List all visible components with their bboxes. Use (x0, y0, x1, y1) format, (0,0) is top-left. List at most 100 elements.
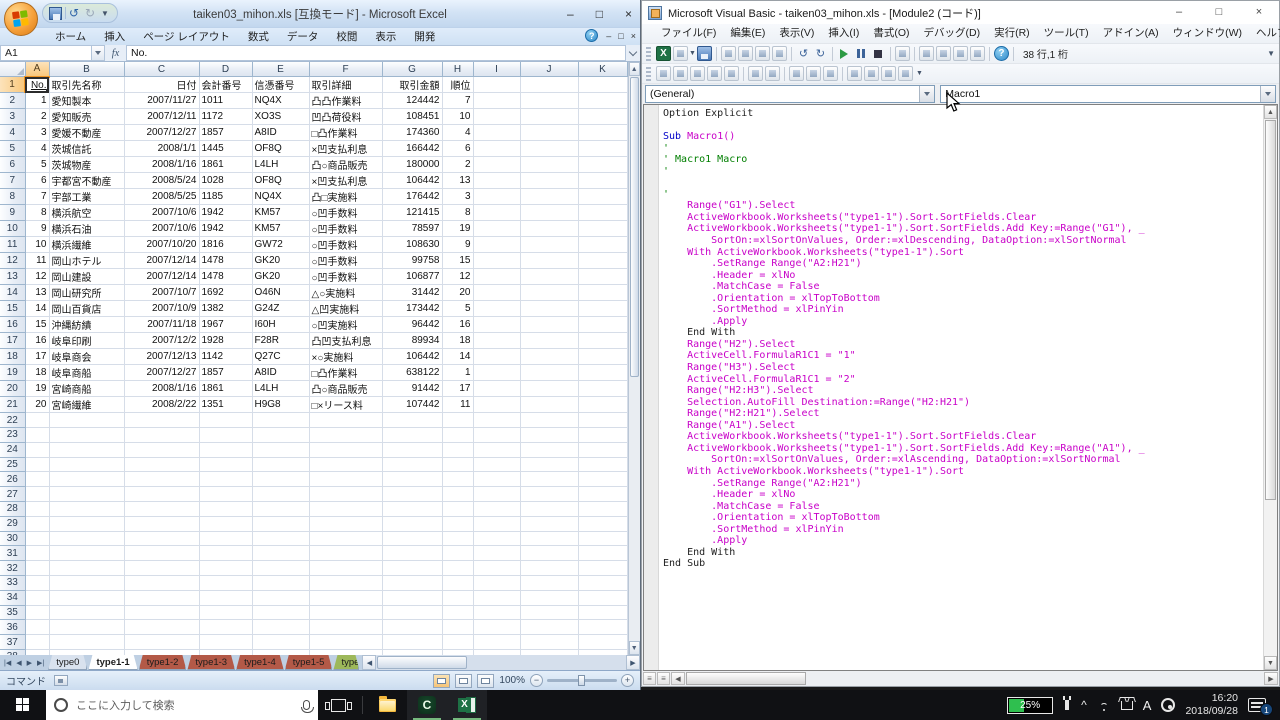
paste-icon[interactable] (754, 46, 770, 61)
cell-F19[interactable]: □凸作業料 (309, 364, 383, 382)
cell-C16[interactable]: 2007/11/18 (124, 316, 200, 334)
cell-G36[interactable] (382, 619, 443, 636)
code-hscroll-thumb[interactable] (686, 672, 806, 685)
hidden-icons-chevron[interactable]: ^ (1081, 698, 1087, 712)
cell-E25[interactable] (252, 457, 310, 473)
row-header-18[interactable]: 18 (0, 348, 26, 366)
cell-G1[interactable]: 取引金額 (382, 76, 443, 94)
project-explorer-icon[interactable] (918, 46, 934, 61)
cell-H11[interactable]: 9 (442, 236, 474, 254)
cell-A6[interactable]: 5 (25, 156, 50, 174)
cell-G7[interactable]: 106442 (382, 172, 443, 190)
cell-J22[interactable] (520, 412, 579, 429)
cell-I35[interactable] (473, 605, 521, 621)
row-header-28[interactable]: 28 (0, 501, 26, 517)
cell-G18[interactable]: 106442 (382, 348, 443, 366)
cell-I17[interactable] (473, 332, 521, 350)
row-header-10[interactable]: 10 (0, 220, 26, 238)
cell-J23[interactable] (520, 427, 579, 443)
next-sheet-icon[interactable]: ▶ (25, 659, 34, 667)
cell-E30[interactable] (252, 531, 310, 547)
cell-A1[interactable]: No. (25, 76, 50, 94)
cell-I11[interactable] (473, 236, 521, 254)
row-header-30[interactable]: 30 (0, 531, 26, 547)
cell-D9[interactable]: 1942 (199, 204, 253, 222)
cell-A25[interactable] (25, 457, 50, 473)
cell-G3[interactable]: 108451 (382, 108, 443, 126)
vbe-menu-2[interactable]: 表示(V) (772, 24, 821, 43)
cell-F6[interactable]: 凸○商品販売 (309, 156, 383, 174)
cell-I13[interactable] (473, 268, 521, 286)
ribbon-tab-3[interactable]: 数式 (239, 29, 278, 45)
cell-H12[interactable]: 15 (442, 252, 474, 270)
cell-I8[interactable] (473, 188, 521, 206)
cell-D16[interactable]: 1967 (199, 316, 253, 334)
cell-E18[interactable]: Q27C (252, 348, 310, 366)
cell-C19[interactable]: 2007/12/27 (124, 364, 200, 382)
cell-F25[interactable] (309, 457, 383, 473)
cell-K15[interactable] (578, 300, 628, 318)
code-scroll-up-icon[interactable]: ▲ (1264, 105, 1277, 119)
object-dropdown[interactable]: (General) (645, 85, 936, 103)
cell-A37[interactable] (25, 634, 50, 651)
dropbox-icon[interactable] (1120, 700, 1133, 710)
cell-K3[interactable] (578, 108, 628, 126)
cell-B4[interactable]: 愛媛不動産 (49, 124, 125, 142)
cell-H1[interactable]: 順位 (442, 76, 474, 94)
find-icon[interactable] (771, 46, 787, 61)
cell-G26[interactable] (382, 471, 443, 488)
battery-indicator[interactable]: 25% (1007, 696, 1054, 714)
cell-G37[interactable] (382, 634, 443, 651)
cell-G12[interactable]: 99758 (382, 252, 443, 270)
cell-J36[interactable] (520, 619, 579, 636)
cell-K12[interactable] (578, 252, 628, 270)
cell-H34[interactable] (442, 590, 474, 606)
cell-K35[interactable] (578, 605, 628, 621)
cell-I33[interactable] (473, 575, 521, 591)
cell-A15[interactable]: 14 (25, 300, 50, 318)
cell-I18[interactable] (473, 348, 521, 366)
cell-I5[interactable] (473, 140, 521, 158)
cell-B30[interactable] (49, 531, 125, 547)
cell-F21[interactable]: □×リース料 (309, 396, 383, 414)
cell-H22[interactable] (442, 412, 474, 429)
zoom-thumb[interactable] (578, 675, 585, 686)
cell-J11[interactable] (520, 236, 579, 254)
cell-G8[interactable]: 176442 (382, 188, 443, 206)
cell-B14[interactable]: 岡山研究所 (49, 284, 125, 302)
row-header-20[interactable]: 20 (0, 380, 26, 398)
column-header-K[interactable]: K (578, 62, 628, 78)
cell-A34[interactable] (25, 590, 50, 606)
cell-E32[interactable] (252, 560, 310, 577)
column-header-J[interactable]: J (520, 62, 579, 78)
cell-H3[interactable]: 10 (442, 108, 474, 126)
cell-D22[interactable] (199, 412, 253, 429)
cell-H23[interactable] (442, 427, 474, 443)
row-header-32[interactable]: 32 (0, 560, 26, 577)
cell-C15[interactable]: 2007/10/9 (124, 300, 200, 318)
copy-icon[interactable] (737, 46, 753, 61)
object-dropdown-icon[interactable] (919, 86, 935, 102)
cell-A13[interactable]: 12 (25, 268, 50, 286)
cell-H36[interactable] (442, 619, 474, 636)
cell-B21[interactable]: 宮崎繊維 (49, 396, 125, 414)
row-header-23[interactable]: 23 (0, 427, 26, 443)
cell-J17[interactable] (520, 332, 579, 350)
cell-I7[interactable] (473, 172, 521, 190)
qat-dropdown-icon[interactable]: ▼ (101, 9, 109, 18)
cut-icon[interactable] (720, 46, 736, 61)
cell-E23[interactable] (252, 427, 310, 443)
cell-C9[interactable]: 2007/10/6 (124, 204, 200, 222)
cell-D36[interactable] (199, 619, 253, 636)
cell-E17[interactable]: F28R (252, 332, 310, 350)
cell-F23[interactable] (309, 427, 383, 443)
cell-B29[interactable] (49, 516, 125, 532)
cell-F5[interactable]: ×凹支払利息 (309, 140, 383, 158)
row-header-26[interactable]: 26 (0, 471, 26, 488)
cell-D15[interactable]: 1382 (199, 300, 253, 318)
cell-H37[interactable] (442, 634, 474, 651)
action-center-icon[interactable]: 1 (1248, 698, 1273, 716)
cell-E15[interactable]: G24Z (252, 300, 310, 318)
list-constants-icon[interactable] (673, 66, 688, 81)
full-module-view-icon[interactable]: ≡ (657, 672, 670, 685)
